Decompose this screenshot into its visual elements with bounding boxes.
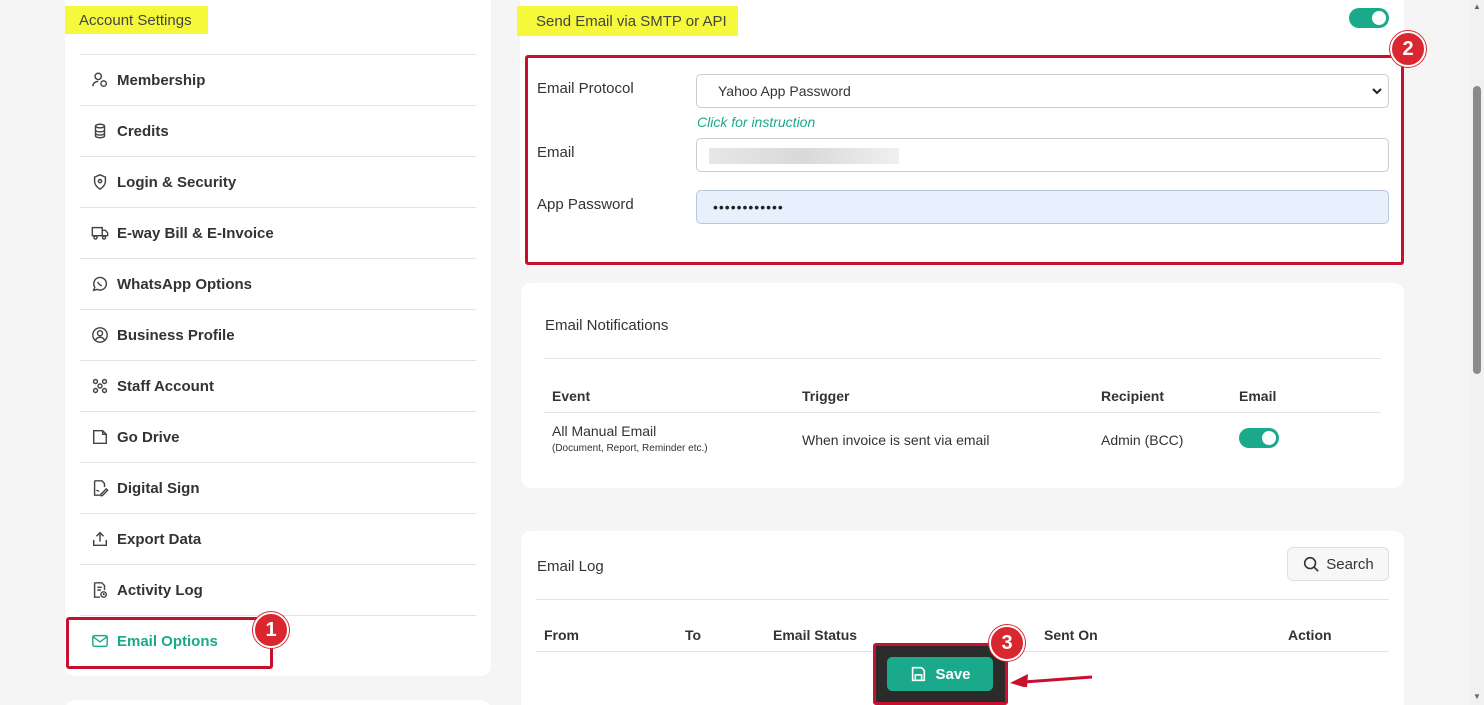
save-button[interactable]: Save	[887, 657, 993, 691]
col-header-email: Email	[1239, 388, 1277, 404]
search-button[interactable]: Search	[1287, 547, 1389, 581]
settings-menu: Membership Credits Login & Security E-wa…	[80, 54, 476, 666]
scrollbar-thumb[interactable]	[1473, 86, 1481, 374]
log-icon	[90, 580, 110, 600]
sidebar-item-eway-bill[interactable]: E-way Bill & E-Invoice	[80, 207, 476, 258]
coins-icon	[90, 121, 110, 141]
notification-email-toggle[interactable]	[1239, 428, 1279, 448]
sidebar-item-label: Membership	[117, 71, 206, 89]
sidebar-item-go-drive[interactable]: Go Drive	[80, 411, 476, 462]
col-header-recipient: Recipient	[1101, 388, 1165, 404]
sidebar-lower-card	[65, 700, 491, 705]
sidebar-item-label: Business Profile	[117, 326, 235, 344]
sidebar-item-label: Export Data	[117, 530, 202, 548]
account-settings-title: Account Settings	[65, 6, 208, 34]
smtp-enable-toggle[interactable]	[1349, 8, 1389, 28]
sidebar-item-label: Login & Security	[117, 173, 237, 191]
truck-icon	[90, 223, 110, 243]
annotation-badge-1: 1	[253, 612, 289, 648]
col-header-to: To	[685, 627, 702, 643]
sidebar-item-whatsapp[interactable]: WhatsApp Options	[80, 258, 476, 309]
sidebar-item-label: Credits	[117, 122, 169, 140]
scroll-up-icon[interactable]: ▲	[1472, 2, 1482, 12]
event-recipient: Admin (BCC)	[1101, 432, 1184, 448]
sidebar-item-business-profile[interactable]: Business Profile	[80, 309, 476, 360]
search-button-label: Search	[1326, 555, 1374, 573]
col-header-sent-on: Sent On	[1044, 627, 1098, 643]
divider	[544, 412, 1381, 413]
smtp-title: Send Email via SMTP or API	[517, 6, 738, 36]
annotation-badge-3: 3	[989, 625, 1025, 661]
sidebar-item-credits[interactable]: Credits	[80, 105, 476, 156]
email-notifications-title: Email Notifications	[545, 317, 669, 334]
annotation-arrow	[1010, 674, 1093, 687]
shield-icon	[90, 172, 110, 192]
event-trigger: When invoice is sent via email	[802, 432, 990, 448]
user-circle-icon	[90, 325, 110, 345]
sidebar-item-login-security[interactable]: Login & Security	[80, 156, 476, 207]
upload-icon	[90, 529, 110, 549]
col-header-action: Action	[1288, 627, 1332, 643]
search-icon	[1304, 556, 1320, 572]
sign-icon	[90, 478, 110, 498]
sidebar-item-label: Digital Sign	[117, 479, 200, 497]
annotation-badge-2: 2	[1390, 31, 1426, 67]
sidebar-item-membership[interactable]: Membership	[80, 54, 476, 105]
sidebar-item-staff-account[interactable]: Staff Account	[80, 360, 476, 411]
sidebar-item-label: Staff Account	[117, 377, 214, 395]
event-description: (Document, Report, Reminder etc.)	[552, 443, 708, 454]
col-header-from: From	[544, 627, 579, 643]
people-icon	[90, 376, 110, 396]
scroll-down-icon[interactable]: ▼	[1472, 692, 1482, 702]
whatsapp-icon	[90, 274, 110, 294]
col-header-email-status: Email Status	[773, 627, 858, 643]
sidebar-item-activity-log[interactable]: Activity Log	[80, 564, 476, 615]
divider	[544, 358, 1381, 359]
annotation-box-2	[525, 55, 1404, 265]
email-log-title: Email Log	[537, 558, 604, 575]
email-notifications-card	[521, 283, 1404, 488]
sidebar-item-label: WhatsApp Options	[117, 275, 252, 293]
col-header-trigger: Trigger	[802, 388, 850, 404]
divider	[536, 599, 1389, 600]
save-icon	[912, 666, 926, 682]
save-button-label: Save	[935, 665, 971, 683]
sidebar-item-label: Activity Log	[117, 581, 203, 599]
user-badge-icon	[90, 70, 110, 90]
sidebar-item-label: Go Drive	[117, 428, 180, 446]
event-name: All Manual Email	[552, 423, 657, 439]
sidebar-item-export-data[interactable]: Export Data	[80, 513, 476, 564]
annotation-box-1	[66, 617, 273, 669]
col-header-event: Event	[552, 388, 591, 404]
sidebar-item-label: E-way Bill & E-Invoice	[117, 224, 274, 242]
drive-icon	[90, 427, 110, 447]
sidebar-item-digital-sign[interactable]: Digital Sign	[80, 462, 476, 513]
